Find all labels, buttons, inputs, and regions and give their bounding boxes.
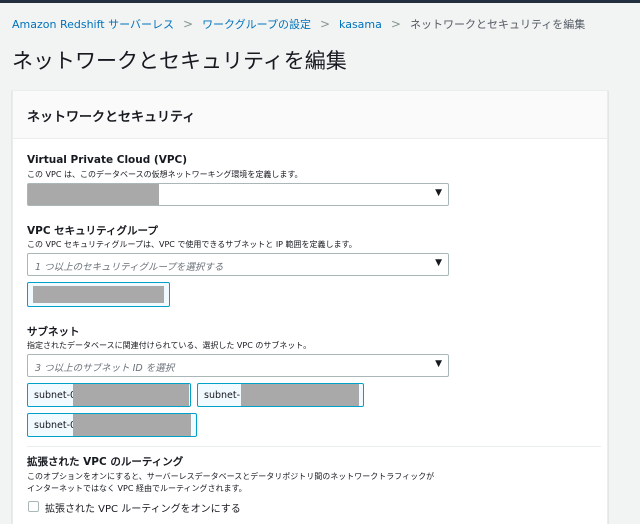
section-divider (27, 446, 601, 447)
subnet-token[interactable]: subnet-0 (27, 383, 191, 407)
enhanced-routing-checkbox[interactable] (28, 501, 39, 512)
panel-title: ネットワークとセキュリティ (27, 110, 196, 125)
redacted-subnet-id (73, 384, 189, 406)
enhanced-routing-description-line2: インターネットではなく VPC 経由でルーティングされます。 (27, 484, 247, 493)
enhanced-routing-label: 拡張された VPC のルーティング (27, 456, 184, 468)
security-group-placeholder: 1 つ以上のセキュリティグループを選択する (35, 262, 224, 273)
breadcrumb-link-workgroup-settings[interactable]: ワークグループの設定 (202, 16, 311, 32)
vpc-description: この VPC は、このデータベースの仮想ネットワーキング環境を定義します。 (27, 170, 303, 179)
chevron-right-icon: > (390, 17, 401, 31)
subnet-token-label: subnet-0 (34, 420, 77, 431)
subnet-label: サブネット (27, 326, 80, 338)
subnet-token-label: subnet-0 (34, 390, 77, 401)
subnet-placeholder: 3 つ以上のサブネット ID を選択 (35, 363, 175, 374)
breadcrumb-link-workgroup[interactable]: kasama (339, 18, 382, 31)
page-title: ネットワークとセキュリティを編集 (12, 49, 347, 73)
caret-down-icon: ▼ (435, 258, 442, 268)
vpc-label: Virtual Private Cloud (VPC) (27, 154, 188, 166)
subnet-token-label: subnet- (204, 390, 241, 401)
subnet-select[interactable]: 3 つ以上のサブネット ID を選択 ▼ (27, 354, 449, 377)
security-group-description: この VPC セキュリティグループは、VPC で使用できるサブネットと IP 範… (27, 240, 357, 249)
security-group-select[interactable]: 1 つ以上のセキュリティグループを選択する ▼ (27, 253, 449, 276)
subnet-token[interactable]: subnet- (197, 383, 364, 407)
enhanced-routing-description-line1: このオプションをオンにすると、サーバーレスデータベースとデータリポジトリ間のネッ… (27, 472, 435, 481)
security-group-token[interactable] (27, 282, 170, 307)
redacted-vpc-value (28, 184, 159, 205)
subnet-description: 指定されたデータベースに関連付けられている、選択した VPC のサブネット。 (27, 341, 312, 350)
breadcrumb-link-redshift-serverless[interactable]: Amazon Redshift サーバーレス (12, 16, 174, 32)
redacted-security-group (33, 286, 164, 303)
panel-header: ネットワークとセキュリティ (13, 91, 607, 139)
vpc-select[interactable]: ▼ (27, 183, 449, 206)
redacted-subnet-id (241, 384, 359, 406)
top-navigation-bar (0, 0, 640, 3)
breadcrumb: Amazon Redshift サーバーレス > ワークグループの設定 > ka… (12, 16, 585, 32)
breadcrumb-current: ネットワークとセキュリティを編集 (409, 18, 586, 31)
enhanced-routing-checkbox-label[interactable]: 拡張された VPC ルーティングをオンにする (45, 500, 241, 515)
security-group-label: VPC セキュリティグループ (27, 225, 158, 237)
caret-down-icon: ▼ (435, 359, 442, 369)
caret-down-icon: ▼ (435, 188, 442, 198)
chevron-right-icon: > (319, 17, 331, 31)
network-security-panel: ネットワークとセキュリティ Virtual Private Cloud (VPC… (12, 90, 608, 524)
redacted-subnet-id (73, 414, 191, 436)
chevron-right-icon: > (183, 17, 194, 31)
subnet-token[interactable]: subnet-0 (27, 413, 197, 437)
